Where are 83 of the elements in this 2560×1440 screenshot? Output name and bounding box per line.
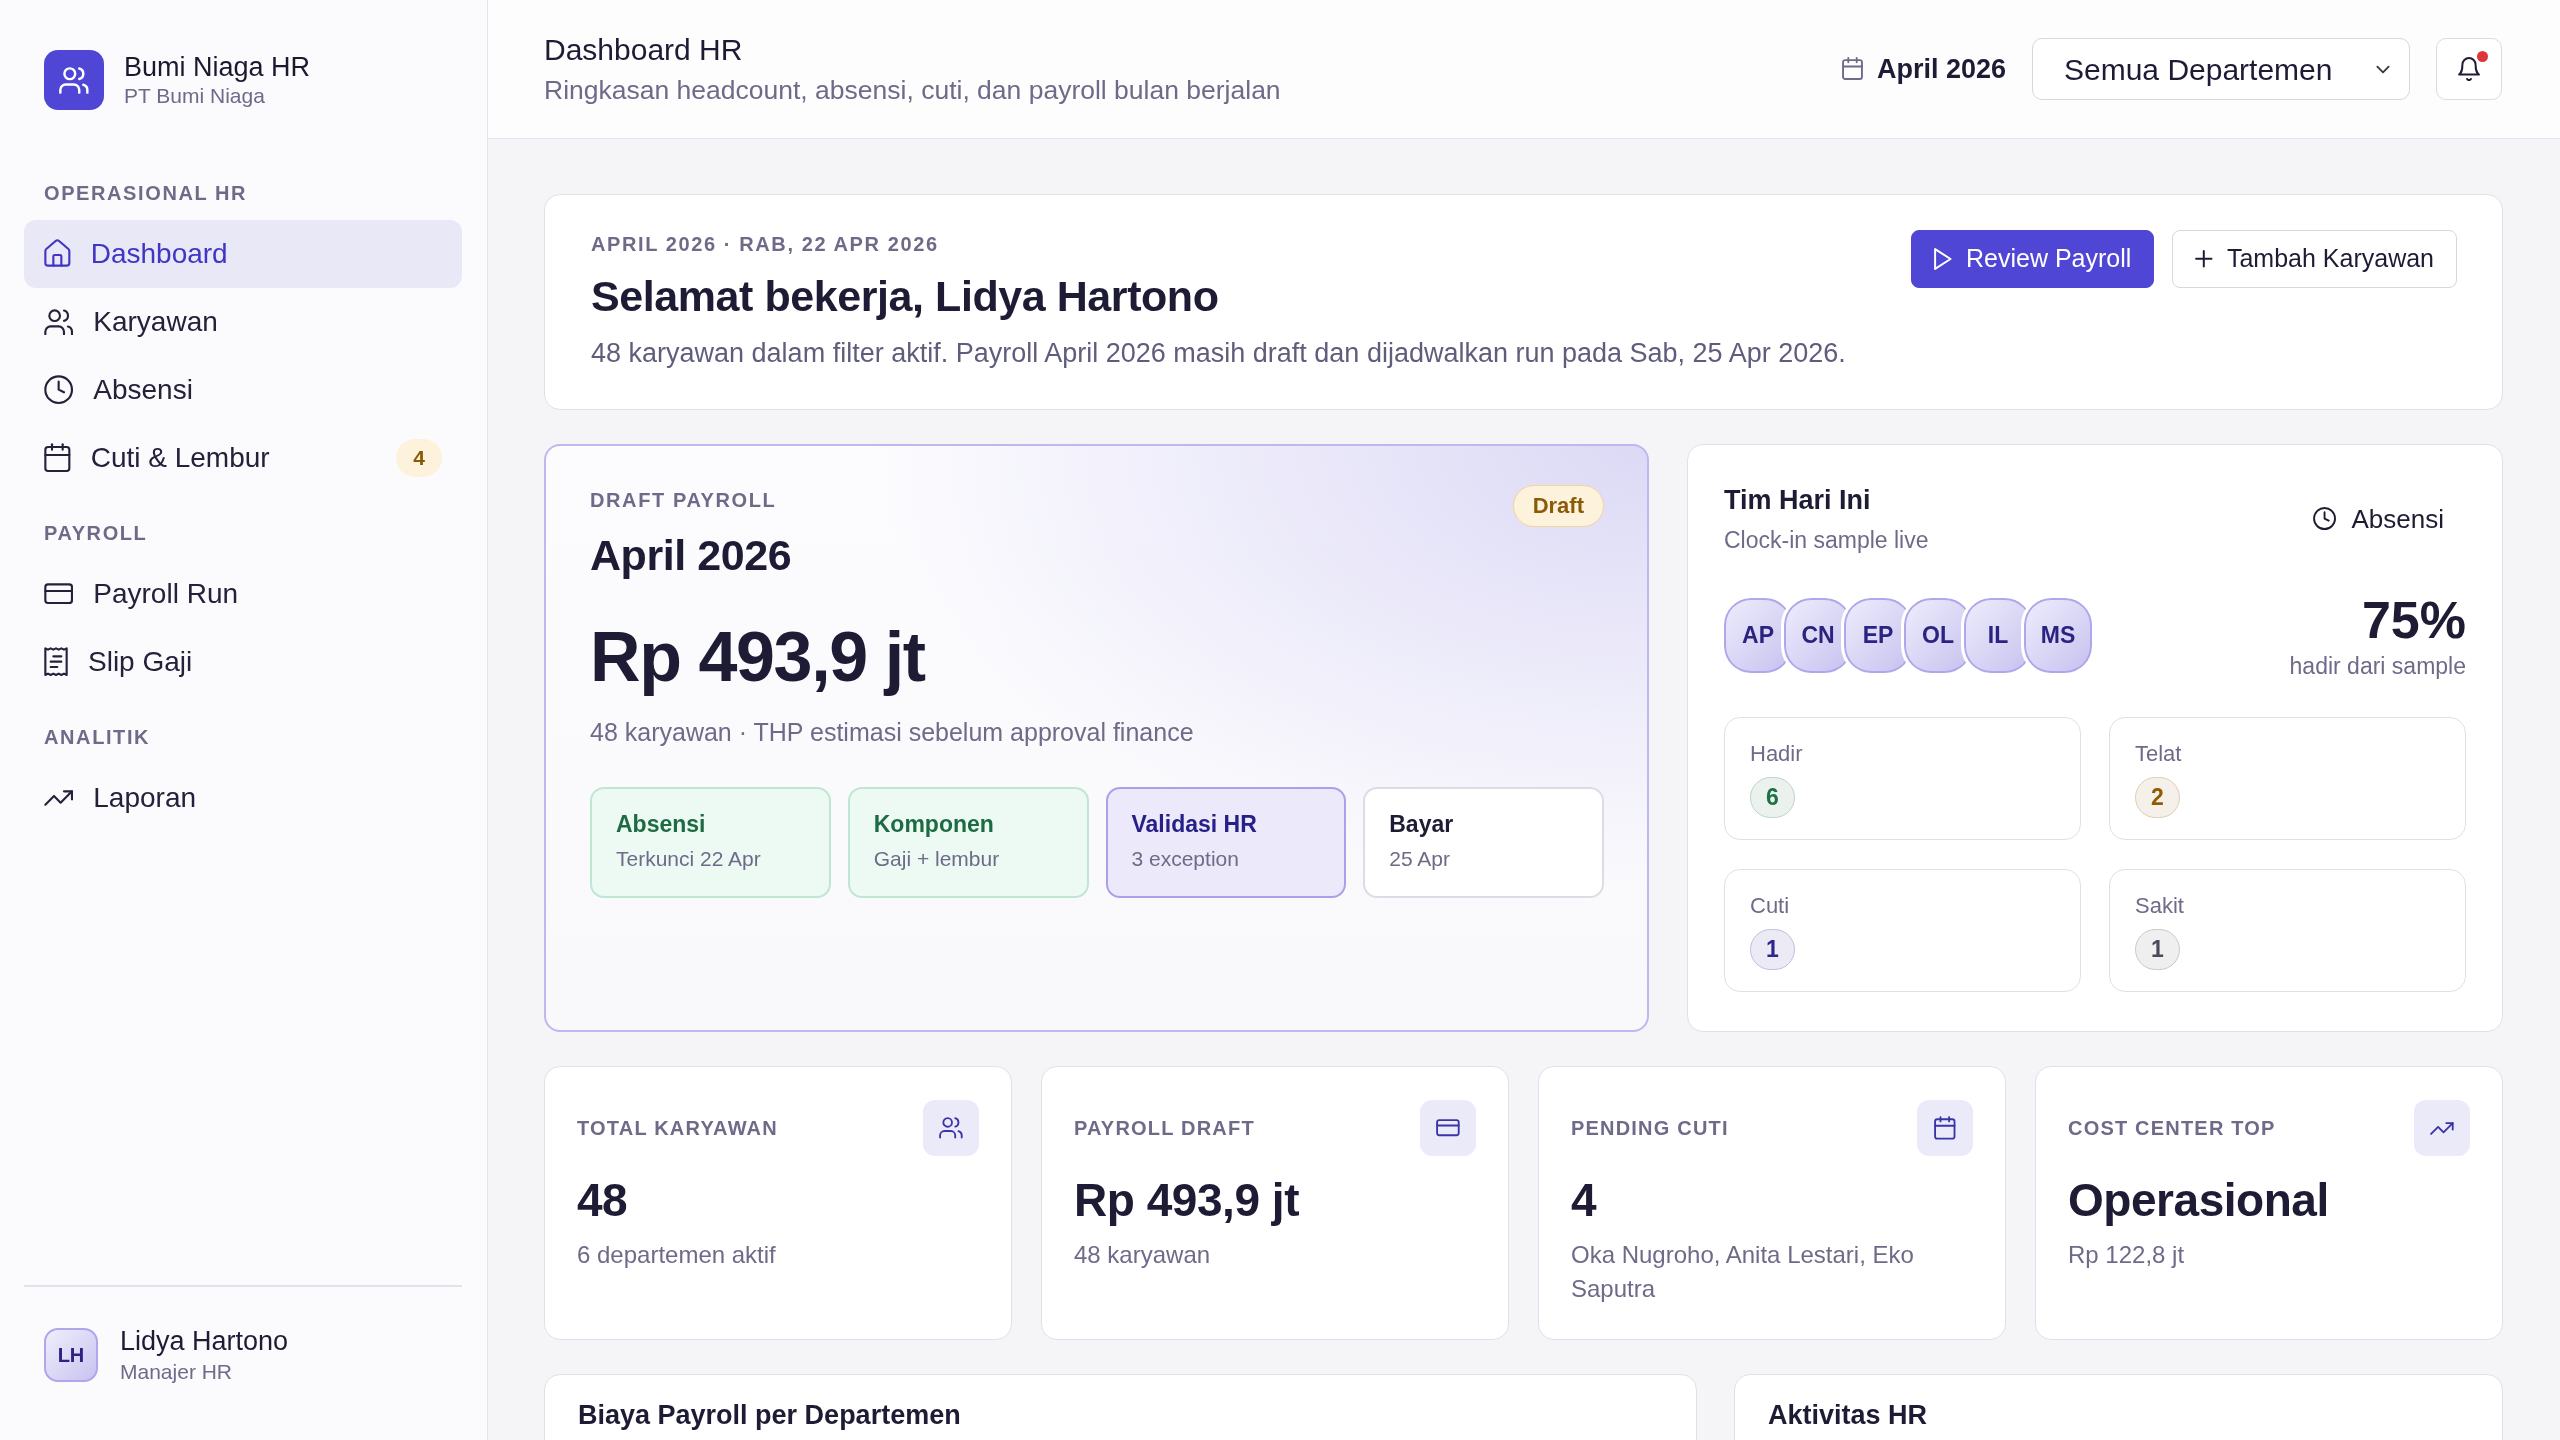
- step-title: Bayar: [1389, 810, 1455, 839]
- stat-value: 4: [1571, 1173, 1598, 1228]
- date-label: APRIL 2026 · RAB, 22 APR 2026: [591, 232, 940, 257]
- section-label: ANALITIK: [44, 725, 151, 750]
- stat-value: Rp 493,9 jt: [1074, 1173, 1301, 1228]
- step-title: Komponen: [873, 810, 995, 839]
- stat-value: 48: [577, 1173, 629, 1228]
- section-eyebrow: DRAFT PAYROLL: [590, 488, 778, 513]
- home-icon: [44, 239, 71, 269]
- panel-title: Biaya Payroll per Departemen: [578, 1399, 962, 1431]
- add-employee-button[interactable]: Tambah Karyawan: [2172, 230, 2457, 288]
- notification-button[interactable]: [2436, 38, 2502, 100]
- payroll-amount: Rp 493,9 jt: [590, 617, 927, 698]
- rate-caption: hadir dari sample: [2289, 652, 2466, 681]
- section-label: PAYROLL: [44, 521, 148, 546]
- count-badge: 6: [1750, 777, 1795, 818]
- review-payroll-button[interactable]: Review Payroll: [1911, 230, 2155, 288]
- stat-label: PENDING CUTI: [1571, 1116, 1729, 1141]
- greeting-title: Selamat bekerja, Lidya Hartono: [591, 271, 1219, 322]
- period-label: April 2026: [1876, 52, 2006, 86]
- card-title: Tim Hari Ini: [1724, 484, 1872, 517]
- nav-item[interactable]: Payroll Run: [24, 560, 462, 628]
- brand-name: Bumi Niaga HR: [124, 51, 311, 83]
- payroll-note: 48 karyawan · THP estimasi sebelum approval finance: [590, 717, 1195, 748]
- nav-item[interactable]: Dashboard: [24, 220, 462, 288]
- calendar-icon: [1917, 1100, 1973, 1156]
- clock-icon: [44, 375, 74, 405]
- page-subtitle: Ringkasan headcount, absensi, cuti, dan payroll bulan berjalan: [544, 74, 1281, 106]
- users-icon: [923, 1100, 979, 1156]
- nav-item[interactable]: Karyawan: [24, 288, 462, 356]
- status-badge: Draft: [1512, 485, 1604, 527]
- play-icon: [1934, 248, 1952, 270]
- count-badge: 1: [1750, 929, 1795, 970]
- user-role: Manajer HR: [120, 1359, 234, 1385]
- step-detail: Terkunci 22 Apr: [616, 846, 762, 872]
- company-name: PT Bumi Niaga: [124, 83, 266, 109]
- step-title: Absensi: [616, 810, 707, 839]
- section-label: OPERASIONAL HR: [44, 181, 248, 206]
- stat-label: COST CENTER TOP: [2068, 1116, 2276, 1141]
- trend-up-icon: [44, 790, 74, 806]
- nav-item[interactable]: Slip Gaji: [24, 628, 462, 696]
- card-subtitle: Clock-in sample live: [1724, 526, 1929, 555]
- department-select[interactable]: Semua Departemen: [2032, 38, 2410, 100]
- logo-icon: [44, 50, 104, 110]
- step-title: Validasi HR: [1131, 810, 1258, 839]
- credit-card-icon: [44, 583, 74, 605]
- count-badge: 4: [396, 439, 442, 477]
- receipt-icon: [44, 647, 68, 677]
- page-title: Dashboard HR: [544, 32, 744, 68]
- step-detail: Gaji + lembur: [873, 846, 1001, 872]
- stat-label: TOTAL KARYAWAN: [577, 1116, 778, 1141]
- status-label: Telat: [2135, 741, 2183, 767]
- stat-value: Operasional: [2068, 1173, 2330, 1228]
- nav-item[interactable]: Cuti & Lembur 4: [24, 424, 462, 492]
- stat-detail: Rp 122,8 jt: [2068, 1240, 2186, 1270]
- count-badge: 1: [2135, 929, 2180, 970]
- nav-item[interactable]: Laporan: [24, 764, 462, 832]
- trend-up-icon: [2414, 1100, 2470, 1156]
- calendar-icon: [1841, 57, 1863, 81]
- status-label: Hadir: [1750, 741, 1804, 767]
- step-detail: 25 Apr: [1389, 846, 1451, 872]
- plus-icon: [2195, 250, 2213, 268]
- attendance-rate: 75%: [2360, 590, 2466, 651]
- bell-icon: [2458, 56, 2480, 82]
- step-detail: 3 exception: [1131, 846, 1240, 872]
- status-label: Cuti: [1750, 893, 1791, 919]
- nav-item[interactable]: Absensi: [24, 356, 462, 424]
- stat-detail: 6 departemen aktif: [577, 1240, 777, 1270]
- panel-title: Aktivitas HR: [1768, 1399, 1929, 1431]
- user-avatar: LH: [44, 1328, 98, 1382]
- credit-card-icon: [1420, 1100, 1476, 1156]
- user-name: Lidya Hartono: [120, 1325, 289, 1358]
- stat-label: PAYROLL DRAFT: [1074, 1116, 1255, 1141]
- attendance-link[interactable]: Absensi: [2291, 491, 2466, 547]
- count-badge: 2: [2135, 777, 2180, 818]
- calendar-icon: [44, 443, 71, 473]
- stat-detail: 48 karyawan: [1074, 1240, 1212, 1270]
- users-icon: [44, 308, 74, 336]
- payroll-period: April 2026: [590, 530, 792, 581]
- summary-text: 48 karyawan dalam filter aktif. Payroll April 2026 masih draft dan dijadwalkan run pada Sab, 25 Apr 2026.: [591, 337, 1847, 370]
- status-label: Sakit: [2135, 893, 2185, 919]
- stat-detail: Oka Nugroho, Anita Lestari, Eko Saputra: [1571, 1240, 1915, 1304]
- clock-icon: [2313, 507, 2337, 531]
